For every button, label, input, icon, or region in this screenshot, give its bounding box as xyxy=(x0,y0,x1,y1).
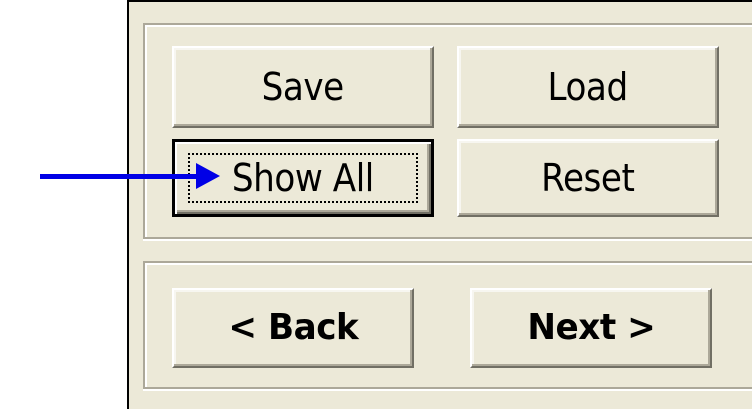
load-button[interactable]: Load xyxy=(457,46,719,128)
save-button-label: Save xyxy=(261,65,345,109)
show-all-button-label: Show All xyxy=(232,156,374,200)
reset-button-label: Reset xyxy=(541,156,635,200)
back-button[interactable]: < Back xyxy=(172,288,414,368)
next-button[interactable]: Next > xyxy=(470,288,712,368)
back-button-label: < Back xyxy=(228,307,358,348)
save-button[interactable]: Save xyxy=(172,46,434,128)
screenshot-stage: Save Load Show All Reset < Back Next > xyxy=(0,0,752,409)
pointer-arrow-icon xyxy=(196,163,220,189)
pointer-arrow-shaft xyxy=(40,174,202,179)
next-button-label: Next > xyxy=(527,307,655,348)
reset-button[interactable]: Reset xyxy=(457,139,719,217)
load-button-label: Load xyxy=(547,65,629,109)
